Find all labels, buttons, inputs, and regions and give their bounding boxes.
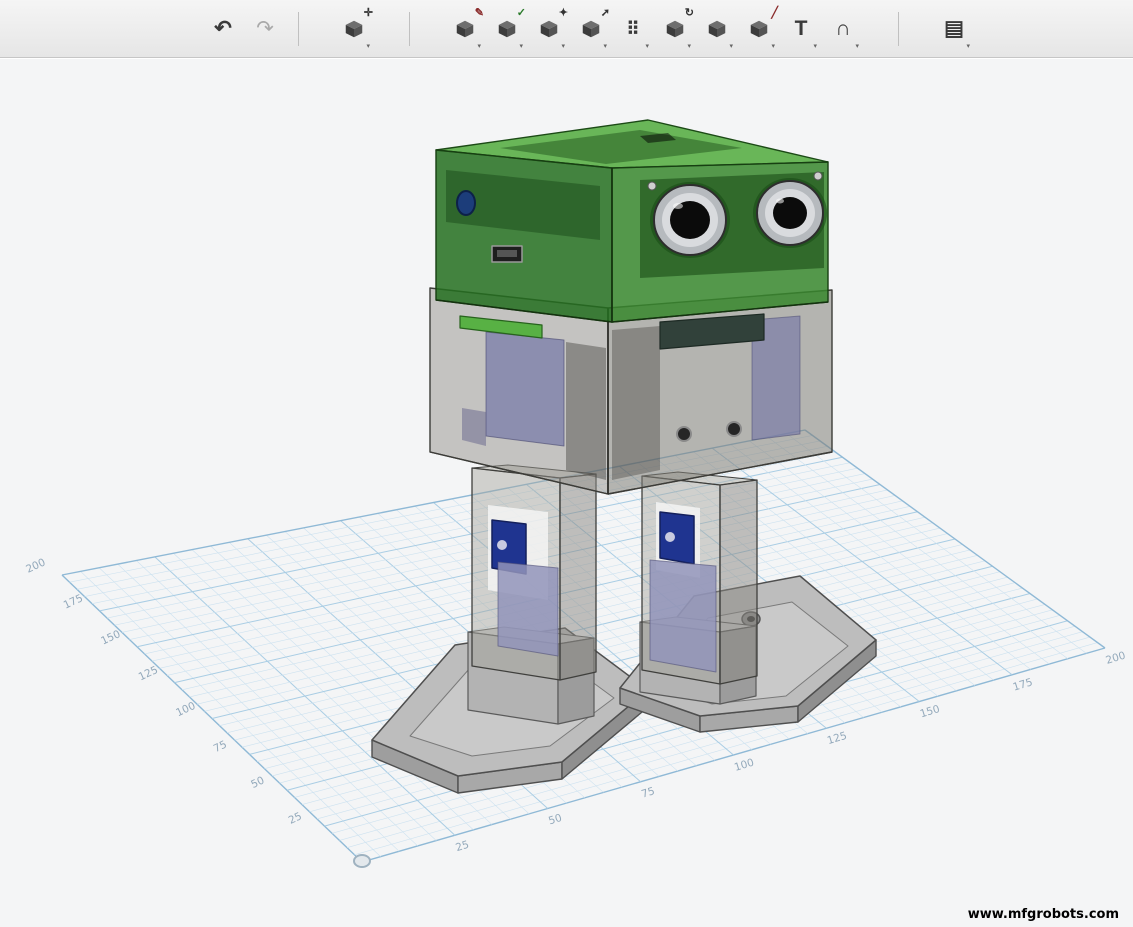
robot-left-leg[interactable] xyxy=(472,465,596,680)
dropdown-caret-icon: ▾ xyxy=(729,43,733,50)
snap-tool[interactable]: ∩ ▾ xyxy=(826,8,860,50)
combine-tool[interactable]: ▾ xyxy=(700,8,734,50)
transform-badge: ✛ xyxy=(364,8,373,19)
text-tool-icon: T xyxy=(795,18,808,39)
dropdown-caret-icon: ▾ xyxy=(561,43,565,50)
pattern-icon: ⠿ xyxy=(626,20,639,38)
pattern-tool[interactable]: ⠿ ▾ xyxy=(616,8,650,50)
combine-cube-icon xyxy=(706,18,728,40)
toolbar-separator xyxy=(409,12,410,46)
sweep-tool[interactable]: ➚ ▾ xyxy=(574,8,608,50)
split-tool[interactable]: ╱ ▾ xyxy=(742,8,776,50)
magnet-icon: ∩ xyxy=(835,18,850,39)
dropdown-caret-icon: ▾ xyxy=(855,43,859,50)
robot-head[interactable] xyxy=(436,120,828,322)
redo-button[interactable]: ↷ xyxy=(248,8,282,50)
modify-badge: ✦ xyxy=(559,8,568,19)
grid-axis-label: 175 xyxy=(1011,676,1034,693)
grid-axis-label: 100 xyxy=(174,700,197,719)
undo-icon: ↶ xyxy=(214,18,232,39)
text-tool[interactable]: T ▾ xyxy=(784,8,818,50)
head-led xyxy=(457,191,475,215)
grid-axis-label: 50 xyxy=(249,774,266,791)
watermark: www.mfgrobots.com xyxy=(968,907,1119,922)
circular-pattern-tool[interactable]: ↻ ▾ xyxy=(658,8,692,50)
sketch-tool[interactable]: ✎ ▾ xyxy=(448,8,482,50)
ultrasonic-eye-right xyxy=(753,178,827,248)
grid-axis-label: 125 xyxy=(826,730,849,747)
sketch-badge: ✎ xyxy=(475,8,484,19)
transform-cube-icon xyxy=(343,18,365,40)
3d-viewport-canvas[interactable]: 25 25 50 50 75 75 100 100 125 125 150 150 175 175 200 2… xyxy=(0,59,1133,927)
dropdown-caret-icon: ▾ xyxy=(603,43,607,50)
circular-pattern-badge: ↻ xyxy=(685,8,694,19)
dropdown-caret-icon: ▾ xyxy=(966,43,970,50)
body-screw xyxy=(727,422,741,436)
transform-tool[interactable]: ✛ ▾ xyxy=(337,8,371,50)
sweep-badge: ➚ xyxy=(601,8,610,19)
servo-body xyxy=(498,562,558,656)
dropdown-caret-icon: ▾ xyxy=(813,43,817,50)
toolbar-separator xyxy=(298,12,299,46)
material-tool[interactable]: ▤ ▾ xyxy=(937,8,971,50)
grid-axis-label: 200 xyxy=(24,556,47,575)
robot-model[interactable] xyxy=(372,120,876,793)
robot-right-leg[interactable] xyxy=(642,472,757,684)
dropdown-caret-icon: ▾ xyxy=(519,43,523,50)
modify-tool[interactable]: ✦ ▾ xyxy=(532,8,566,50)
servo-blue xyxy=(660,512,694,564)
grid-axis-label: 25 xyxy=(454,839,470,854)
modify-cube-icon xyxy=(538,18,560,40)
toolbar-separator xyxy=(898,12,899,46)
grid-axis-label: 25 xyxy=(287,810,304,827)
body-screw xyxy=(677,427,691,441)
main-toolbar: ↶ ↷ ✛ ▾ ✎ ▾ ✓ ▾ ✦ ▾ ➚ ▾ ⠿ ▾ ↻ ▾ xyxy=(0,0,1133,58)
dropdown-caret-icon: ▾ xyxy=(771,43,775,50)
circular-pattern-cube-icon xyxy=(664,18,686,40)
sweep-cube-icon xyxy=(580,18,602,40)
material-layers-icon: ▤ xyxy=(944,18,964,39)
origin-marker xyxy=(354,855,370,867)
dropdown-caret-icon: ▾ xyxy=(477,43,481,50)
split-cube-icon xyxy=(748,18,770,40)
grid-axis-label: 175 xyxy=(62,592,85,611)
grid-axis-label: 50 xyxy=(547,812,563,827)
construct-badge: ✓ xyxy=(517,8,526,19)
split-badge: ╱ xyxy=(771,8,778,19)
servo-body xyxy=(650,560,716,672)
undo-button[interactable]: ↶ xyxy=(206,8,240,50)
viewport: 25 25 50 50 75 75 100 100 125 125 150 150 175 175 200 2… xyxy=(0,59,1133,927)
construct-cube-icon xyxy=(496,18,518,40)
dropdown-caret-icon: ▾ xyxy=(687,43,691,50)
construct-tool[interactable]: ✓ ▾ xyxy=(490,8,524,50)
grid-axis-label: 75 xyxy=(212,739,229,756)
grid-axis-label: 150 xyxy=(99,628,122,647)
grid-axis-label: 150 xyxy=(919,703,942,720)
grid-axis-label: 200 xyxy=(1104,650,1127,667)
grid-axis-label: 125 xyxy=(137,664,160,683)
redo-icon: ↷ xyxy=(256,18,274,39)
dropdown-caret-icon: ▾ xyxy=(645,43,649,50)
dropdown-caret-icon: ▾ xyxy=(366,43,370,50)
ultrasonic-eye-left xyxy=(650,182,730,258)
grid-axis-label: 100 xyxy=(733,757,756,774)
grid-axis-label: 75 xyxy=(640,785,656,800)
sketch-cube-icon xyxy=(454,18,476,40)
